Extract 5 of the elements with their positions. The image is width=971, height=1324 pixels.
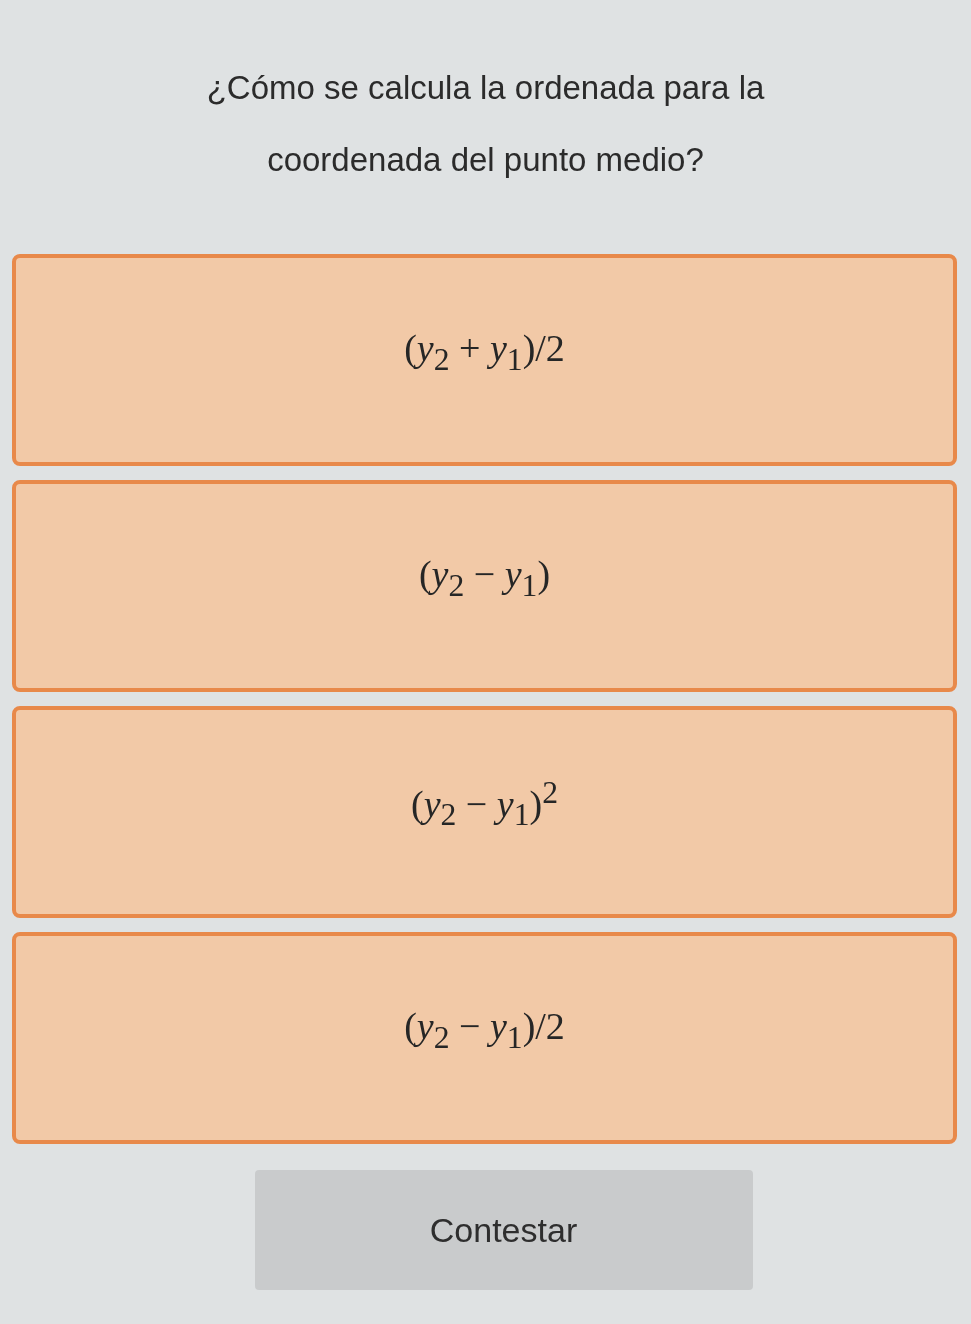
question-text: ¿Cómo se calcula la ordenada para la coordenada del punto medio? [205, 68, 766, 180]
answer-option[interactable]: (y$_{2}$ − y$_{1}$)/2 [12, 932, 957, 1144]
answer-option[interactable]: (y$_{2}$ − y$_{1}$) [12, 480, 957, 692]
answer-option[interactable]: (y$_{2}$ + y$_{1}$)/2 [12, 254, 957, 466]
answer-option[interactable]: (y$_{2}$ − y$_{1}$)$^{2}$ [12, 706, 957, 918]
